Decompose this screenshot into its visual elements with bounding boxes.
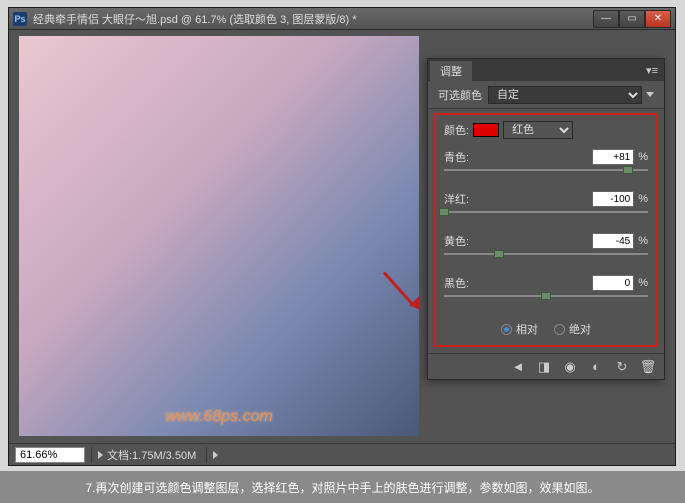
magenta-slider[interactable] [444, 209, 648, 219]
previous-icon[interactable]: ◐ [588, 359, 604, 375]
magenta-pct: % [638, 193, 648, 205]
yellow-input[interactable] [592, 233, 634, 249]
black-label: 黑色: [444, 275, 592, 291]
magenta-label: 洋红: [444, 191, 592, 207]
radio-icon [554, 324, 565, 335]
trash-icon[interactable]: 🗑 [640, 359, 656, 375]
yellow-label: 黄色: [444, 233, 592, 249]
visibility-icon[interactable]: ◉ [562, 359, 578, 375]
slider-magenta: 洋红: % [440, 191, 652, 219]
radio-absolute[interactable]: 绝对 [554, 321, 591, 337]
doc-size: 文档:1.75M/3.50M [103, 447, 200, 463]
slider-yellow: 黄色: % [440, 233, 652, 261]
relative-label: 相对 [516, 321, 538, 337]
reset-icon[interactable]: ↻ [614, 359, 630, 375]
color-select[interactable]: 红色 [503, 121, 573, 139]
maximize-button[interactable]: ▭ [619, 10, 645, 28]
black-slider[interactable] [444, 293, 648, 303]
zoom-input[interactable]: 61.66% [15, 447, 85, 463]
minimize-button[interactable]: — [593, 10, 619, 28]
adjustments-panel: 调整 ▾≡ 可选颜色 自定 颜色: 红色 [427, 58, 665, 380]
cyan-input[interactable] [592, 149, 634, 165]
app-window: Ps 经典牵手情侣 大眼仔～旭.psd @ 61.7% (选取颜色 3, 图层蒙… [8, 7, 676, 466]
watermark: www.68ps.com [165, 408, 273, 426]
close-button[interactable]: ✕ [645, 10, 671, 28]
triangle-icon[interactable] [213, 451, 218, 459]
radio-relative[interactable]: 相对 [501, 321, 538, 337]
magenta-input[interactable] [592, 191, 634, 207]
document-image[interactable]: www.68ps.com [19, 36, 419, 436]
cyan-label: 青色: [444, 149, 592, 165]
selective-color-body: 颜色: 红色 青色: % [434, 113, 658, 347]
yellow-slider[interactable] [444, 251, 648, 261]
canvas-area: www.68ps.com 调整 ▾≡ 可选颜色 自定 颜色: [9, 30, 675, 443]
caption-text: 7.再次创建可选颜色调整图层，选择红色，对照片中手上的肤色进行调整，参数如图，效… [85, 479, 599, 496]
radio-icon [501, 324, 512, 335]
preset-select[interactable]: 自定 [488, 86, 642, 104]
yellow-pct: % [638, 235, 648, 247]
statusbar: 61.66% 文档:1.75M/3.50M [9, 443, 675, 465]
black-pct: % [638, 277, 648, 289]
color-row: 颜色: 红色 [440, 121, 652, 139]
slider-cyan: 青色: % [440, 149, 652, 177]
panel-tabbar: 调整 ▾≡ [428, 59, 664, 81]
panel-menu-icon[interactable]: ▾≡ [646, 64, 658, 77]
black-input[interactable] [592, 275, 634, 291]
slider-black: 黑色: % [440, 275, 652, 303]
clip-icon[interactable]: ◨ [536, 359, 552, 375]
tab-adjustments[interactable]: 调整 [430, 61, 472, 81]
document-title: 经典牵手情侣 大眼仔～旭.psd @ 61.7% (选取颜色 3, 图层蒙版/8… [33, 11, 593, 27]
back-icon[interactable]: ◄ [510, 359, 526, 375]
chevron-down-icon [646, 92, 654, 97]
annotation-arrow [374, 266, 419, 316]
cyan-pct: % [638, 151, 648, 163]
color-swatch [473, 123, 499, 137]
window-controls: — ▭ ✕ [593, 10, 671, 28]
panel-footer: ◄ ◨ ◉ ◐ ↻ 🗑 [428, 353, 664, 379]
absolute-label: 绝对 [569, 321, 591, 337]
cyan-slider[interactable] [444, 167, 648, 177]
color-label: 颜色: [444, 122, 469, 138]
preset-row: 可选颜色 自定 [428, 81, 664, 109]
caption-bar: 7.再次创建可选颜色调整图层，选择红色，对照片中手上的肤色进行调整，参数如图，效… [0, 471, 685, 503]
mode-radios: 相对 绝对 [440, 317, 652, 341]
ps-icon: Ps [13, 12, 27, 26]
preset-label: 可选颜色 [438, 87, 482, 103]
titlebar: Ps 经典牵手情侣 大眼仔～旭.psd @ 61.7% (选取颜色 3, 图层蒙… [9, 8, 675, 30]
